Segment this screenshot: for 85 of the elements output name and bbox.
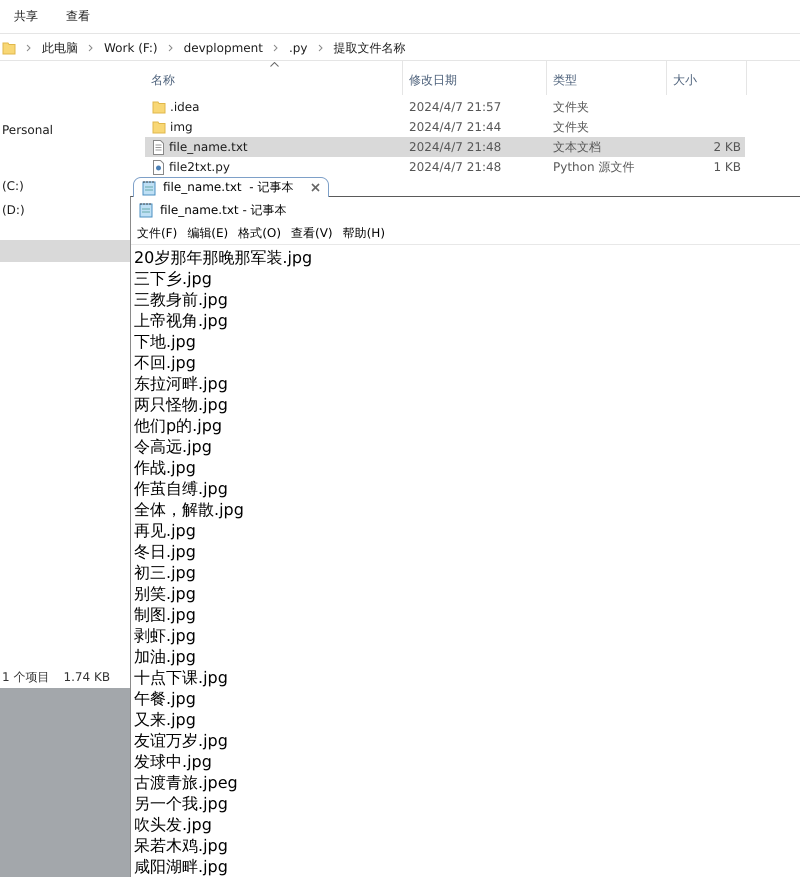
file-type: 文件夹 xyxy=(552,118,590,136)
file-name: file_name.txt xyxy=(169,140,248,154)
text-line: 作茧自缚.jpg xyxy=(134,478,229,499)
text-line: 友谊万岁.jpg xyxy=(134,730,229,751)
file-row[interactable]: file2txt.py 2024/4/7 21:48 Python 源文件 1 KB xyxy=(145,157,745,177)
text-line: 午餐.jpg xyxy=(134,688,197,709)
column-header[interactable]: 修改日期 xyxy=(403,61,547,95)
text-line: 冬日.jpg xyxy=(134,541,197,562)
breadcrumb-item[interactable]: Work (F:) xyxy=(104,41,158,55)
nav-item[interactable]: Personal xyxy=(0,119,132,141)
close-icon[interactable] xyxy=(311,183,320,192)
file-size: 1 KB xyxy=(712,160,742,174)
notepad-icon xyxy=(139,202,154,218)
text-line: 20岁那年那晚那军装.jpg xyxy=(134,247,314,268)
text-line: 加油.jpg xyxy=(134,646,197,667)
folder-icon xyxy=(2,41,16,55)
chevron-icon xyxy=(318,44,324,52)
toolbar-tab[interactable]: 查看 xyxy=(66,8,90,25)
nav-item[interactable]: (D:) xyxy=(0,199,132,221)
folder-icon xyxy=(152,120,166,134)
text-line: 制图.jpg xyxy=(134,604,197,625)
modified-date: 2024/4/7 21:44 xyxy=(408,120,502,134)
chevron-icon xyxy=(168,44,174,52)
python-file-icon xyxy=(152,160,165,174)
tab-title: file_name.txt - 记事本 xyxy=(163,179,294,196)
text-line: 他们p的.jpg xyxy=(134,415,223,436)
modified-date: 2024/4/7 21:48 xyxy=(408,140,502,154)
text-line: 别笑.jpg xyxy=(134,583,197,604)
file-type: Python 源文件 xyxy=(552,158,636,176)
column-header[interactable]: 名称 xyxy=(145,61,403,95)
sort-caret-icon xyxy=(270,62,278,67)
text-line: 作战.jpg xyxy=(134,457,197,478)
item-count: 1 个项目 xyxy=(2,668,50,686)
chevron-icon xyxy=(26,44,32,52)
toolbar-tab[interactable]: 共享 xyxy=(14,8,38,25)
file-row[interactable]: img 2024/4/7 21:44 文件夹 xyxy=(145,117,745,137)
text-line: 东拉河畔.jpg xyxy=(134,373,229,394)
breadcrumb-item[interactable]: 提取文件名称 xyxy=(334,40,406,56)
text-line: 全体，解散.jpg xyxy=(134,499,245,520)
text-line: 吹头发.jpg xyxy=(134,814,213,835)
text-line: 古渡青旅.jpeg xyxy=(134,772,239,793)
column-header[interactable]: 类型 xyxy=(547,61,667,95)
breadcrumb-item[interactable]: devplopment xyxy=(184,41,263,55)
window-tab[interactable]: file_name.txt - 记事本 xyxy=(133,177,329,197)
breadcrumb-item[interactable]: .py xyxy=(288,41,308,55)
chevron-icon xyxy=(88,44,94,52)
breadcrumb-item[interactable]: 此电脑 xyxy=(42,40,78,56)
window-title: file_name.txt - 记事本 xyxy=(160,202,287,219)
text-line: 上帝视角.jpg xyxy=(134,310,229,331)
menu-item[interactable]: 帮助(H) xyxy=(342,225,385,242)
text-line: 咸阳湖畔.jpg xyxy=(134,856,229,877)
text-line: 两只怪物.jpg xyxy=(134,394,229,415)
text-line: 不回.jpg xyxy=(134,352,197,373)
text-file-icon xyxy=(152,140,165,154)
text-line: 剥虾.jpg xyxy=(134,625,197,646)
menu-item[interactable]: 文件(F) xyxy=(137,225,178,242)
menu-item[interactable]: 查看(V) xyxy=(291,225,333,242)
modified-date: 2024/4/7 21:48 xyxy=(408,160,502,174)
nav-item[interactable]: (C:) xyxy=(0,175,132,197)
text-line: 又来.jpg xyxy=(134,709,197,730)
text-line: 呆若木鸡.jpg xyxy=(134,835,229,856)
menu-item[interactable]: 编辑(E) xyxy=(187,225,228,242)
text-line: 令高远.jpg xyxy=(134,436,213,457)
file-type: 文件夹 xyxy=(552,98,590,116)
text-line: 三教身前.jpg xyxy=(134,289,229,310)
modified-date: 2024/4/7 21:57 xyxy=(408,100,502,114)
file-row[interactable]: file_name.txt 2024/4/7 21:48 文本文档 2 KB xyxy=(145,137,745,157)
file-name: file2txt.py xyxy=(169,160,230,174)
chevron-icon xyxy=(272,44,279,52)
file-name: .idea xyxy=(170,100,200,114)
file-row[interactable]: .idea 2024/4/7 21:57 文件夹 xyxy=(145,97,745,117)
file-size: 2 KB xyxy=(712,140,742,154)
selection-size: 1.74 KB xyxy=(63,670,110,684)
text-line: 三下乡.jpg xyxy=(134,268,213,289)
column-header[interactable]: 大小 xyxy=(667,61,747,95)
file-name: img xyxy=(170,120,193,134)
text-line: 初三.jpg xyxy=(134,562,197,583)
text-line: 另一个我.jpg xyxy=(134,793,229,814)
text-line: 下地.jpg xyxy=(134,331,197,352)
text-line: 再见.jpg xyxy=(134,520,197,541)
text-line: 十点下课.jpg xyxy=(134,667,229,688)
file-type: 文本文档 xyxy=(552,138,602,156)
folder-icon xyxy=(152,100,166,114)
text-line: 发球中.jpg xyxy=(134,751,213,772)
menu-item[interactable]: 格式(O) xyxy=(238,225,282,242)
